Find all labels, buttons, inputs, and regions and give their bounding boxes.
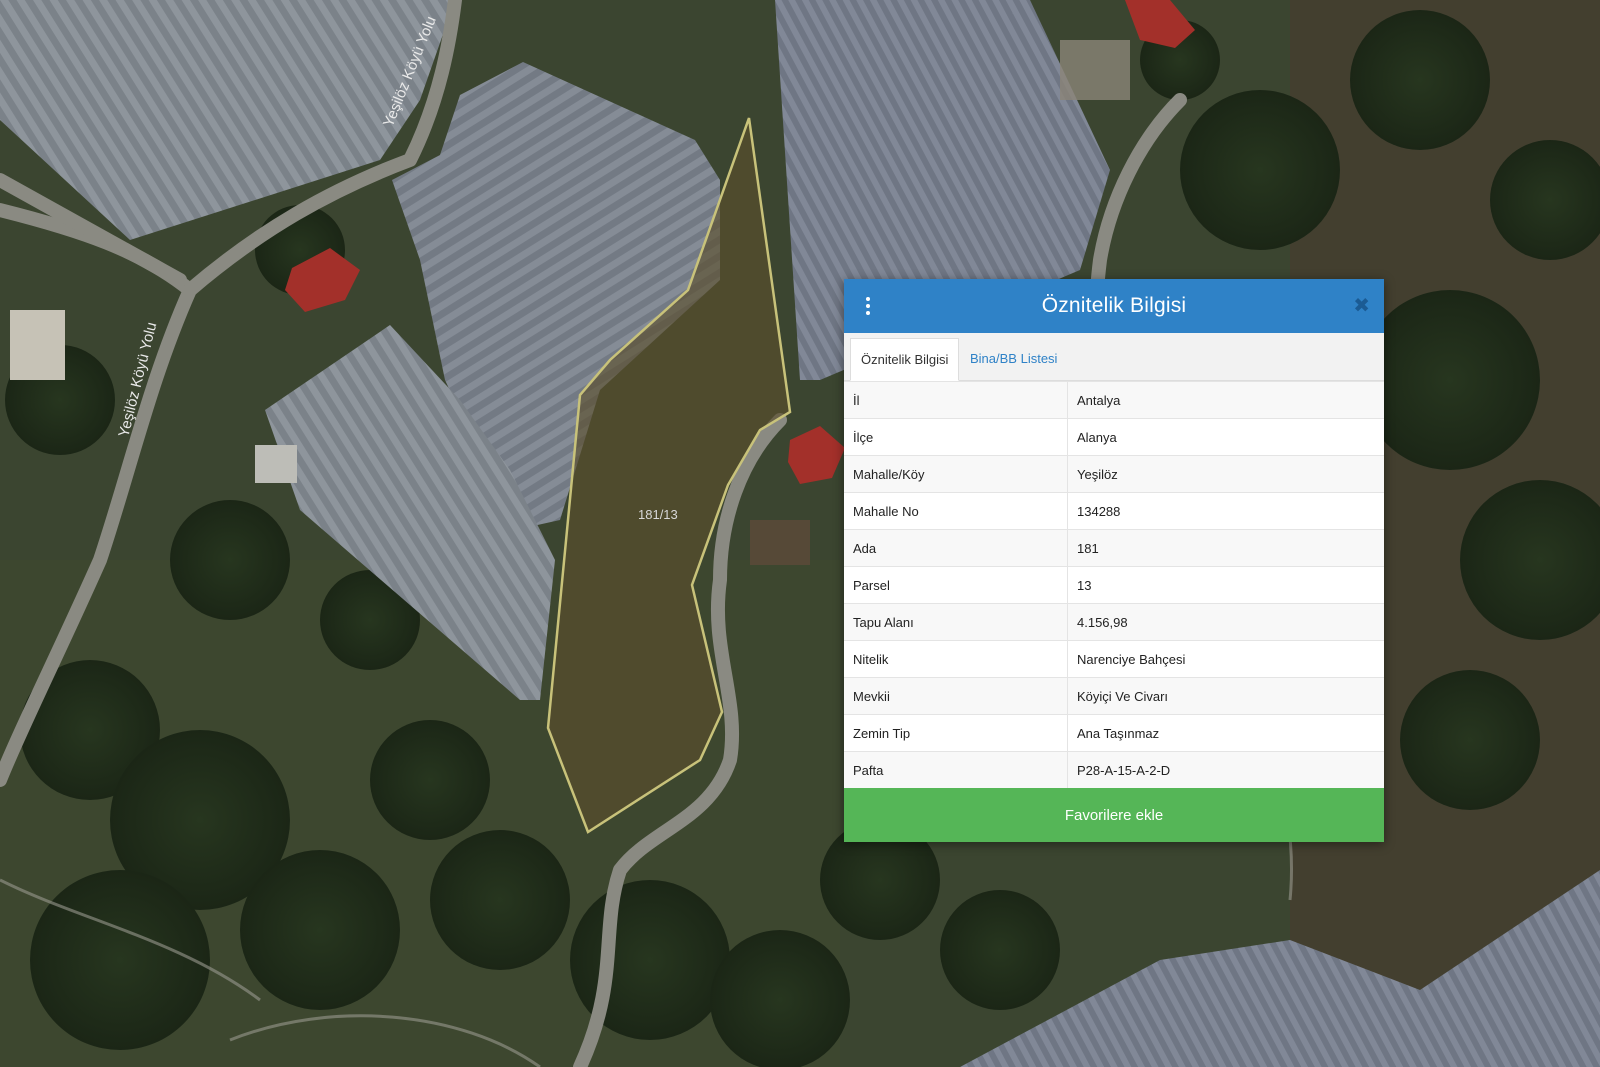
attribute-info-panel: Öznitelik Bilgisi ✖ Öznitelik Bilgisi Bi… (844, 279, 1384, 842)
add-to-favorites-button[interactable]: Favorilere ekle (844, 788, 1384, 842)
row-value: Yeşilöz (1067, 455, 1384, 493)
row-key: Mahalle/Köy (844, 455, 1068, 493)
close-icon[interactable]: ✖ (1353, 294, 1370, 318)
row-value: 134288 (1067, 492, 1384, 530)
row-key: İlçe (844, 418, 1068, 456)
row-key: Tapu Alanı (844, 603, 1068, 641)
table-row: Nitelik Narenciye Bahçesi (844, 640, 1384, 678)
row-key: Zemin Tip (844, 714, 1068, 752)
row-key: İl (844, 381, 1068, 419)
attribute-table: İl Antalya İlçe Alanya Mahalle/Köy Yeşilöz … (844, 381, 1384, 788)
panel-title: Öznitelik Bilgisi (1041, 294, 1187, 317)
parcel-label: 181/13 (638, 507, 678, 522)
row-value: 4.156,98 (1067, 603, 1384, 641)
row-value: Ana Taşınmaz (1067, 714, 1384, 752)
row-key: Mevkii (844, 677, 1068, 715)
table-row: Mevkii Köyiçi Ve Civarı (844, 677, 1384, 715)
panel-tabs: Öznitelik Bilgisi Bina/BB Listesi (844, 333, 1384, 381)
row-key: Mahalle No (844, 492, 1068, 530)
row-key: Parsel (844, 566, 1068, 604)
row-key: Ada (844, 529, 1068, 567)
tab-attribute-info[interactable]: Öznitelik Bilgisi (850, 338, 960, 381)
table-row: Ada 181 (844, 529, 1384, 567)
row-value: Köyiçi Ve Civarı (1067, 677, 1384, 715)
row-key: Pafta (844, 751, 1068, 788)
row-value: Alanya (1067, 418, 1384, 456)
row-value: Antalya (1067, 381, 1384, 419)
table-row: Zemin Tip Ana Taşınmaz (844, 714, 1384, 752)
panel-header: Öznitelik Bilgisi ✖ (844, 279, 1384, 333)
table-row: Pafta P28-A-15-A-2-D (844, 751, 1384, 788)
kebab-menu-icon[interactable] (858, 294, 878, 318)
table-row: Parsel 13 (844, 566, 1384, 604)
row-value: 13 (1067, 566, 1384, 604)
tab-building-list[interactable]: Bina/BB Listesi (960, 338, 1067, 379)
table-row: İl Antalya (844, 381, 1384, 419)
table-row: Mahalle No 134288 (844, 492, 1384, 530)
row-value: Narenciye Bahçesi (1067, 640, 1384, 678)
row-value: 181 (1067, 529, 1384, 567)
row-key: Nitelik (844, 640, 1068, 678)
table-row: Mahalle/Köy Yeşilöz (844, 455, 1384, 493)
table-row: Tapu Alanı 4.156,98 (844, 603, 1384, 641)
table-row: İlçe Alanya (844, 418, 1384, 456)
row-value: P28-A-15-A-2-D (1067, 751, 1384, 788)
